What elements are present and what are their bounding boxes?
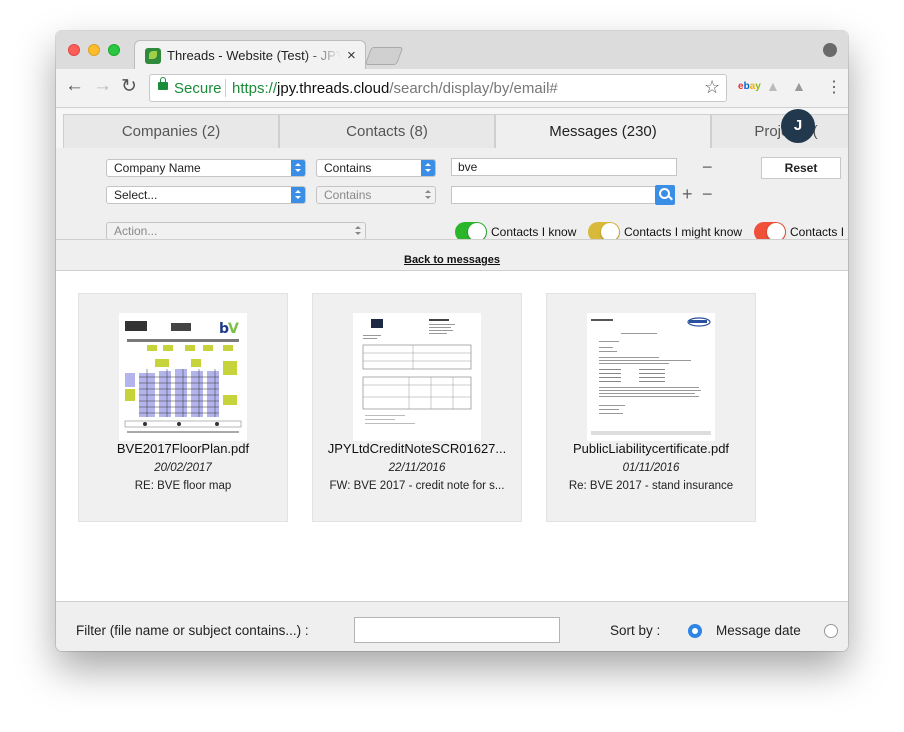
select-arrow-icon	[291, 160, 305, 176]
attachment-file-name: JPYLtdCreditNoteSCR01627...	[327, 441, 507, 456]
pdf-thumbnail-certificate[interactable]	[587, 313, 715, 441]
attachment-subject: FW: BVE 2017 - credit note for s...	[329, 480, 505, 492]
url-scheme: https://	[232, 80, 278, 97]
bookmark-star-icon[interactable]: ☆	[704, 77, 720, 98]
credit-note-preview-image	[353, 313, 481, 441]
filter-field-select-1[interactable]: Company Name	[106, 159, 306, 177]
toggle-label-contacts-i-know: Contacts I know	[491, 225, 577, 239]
back-arrow-icon[interactable]: ←	[65, 75, 84, 97]
filter-operator-value-2: Contains	[324, 188, 372, 202]
add-filter-icon[interactable]: +	[682, 185, 693, 203]
svg-text:V: V	[228, 321, 239, 337]
back-to-messages-link[interactable]: Back to messages	[56, 254, 848, 266]
select-arrow-icon	[291, 187, 305, 203]
extension-triangle-icon[interactable]: ▲	[766, 78, 780, 94]
address-bar[interactable]: Secure https://jpy.threads.cloud/search/…	[149, 74, 727, 102]
filter-label: Filter (file name or subject contains...…	[76, 623, 309, 638]
attachment-file-name: BVE2017FloorPlan.pdf	[116, 441, 250, 456]
url-path: /search/display/by/email#	[389, 80, 558, 97]
threads-favicon-icon	[145, 48, 161, 64]
attachment-filter-input[interactable]	[354, 617, 560, 643]
ebay-extension-icon[interactable]: ebay	[738, 81, 761, 92]
floorplan-preview-image: b V	[119, 313, 247, 441]
secure-label: Secure	[174, 80, 222, 97]
reload-icon[interactable]: ↻	[121, 75, 137, 98]
pdf-thumbnail-floorplan[interactable]: b V	[119, 313, 247, 441]
pdf-thumbnail-credit-note[interactable]	[353, 313, 481, 441]
zoom-window-button[interactable]	[108, 44, 120, 56]
omnibox-separator	[225, 79, 226, 97]
tab-messages[interactable]: Messages (230)	[495, 114, 711, 148]
title-bar: Threads - Website (Test) - JPY ×	[56, 31, 848, 70]
select-arrow-icon	[421, 160, 435, 176]
user-avatar[interactable]: J	[781, 109, 815, 143]
browser-tab[interactable]: Threads - Website (Test) - JPY ×	[134, 40, 366, 70]
browser-toolbar: ← → ↻ Secure https://jpy.threads.cloud/s…	[56, 69, 848, 108]
attachments-footer: Filter (file name or subject contains...…	[56, 601, 848, 651]
tab-contacts[interactable]: Contacts (8)	[279, 114, 495, 148]
filter-operator-select-1[interactable]: Contains	[316, 159, 436, 177]
tab-companies[interactable]: Companies (2)	[63, 114, 279, 148]
attachment-subject: Re: BVE 2017 - stand insurance	[568, 480, 734, 492]
search-icon[interactable]	[655, 185, 675, 205]
remove-filter-icon[interactable]: −	[702, 158, 713, 176]
attachment-date: 22/11/2016	[388, 462, 446, 474]
tab-title-fade	[305, 46, 341, 66]
certificate-preview-image	[587, 313, 715, 441]
close-tab-icon[interactable]: ×	[347, 47, 356, 64]
toggle-label-contacts-i-might-know: Contacts I might know	[624, 225, 743, 239]
filter-operator-select-2[interactable]: Contains	[316, 186, 436, 204]
filter-field-value-1: Company Name	[114, 161, 201, 175]
tab-projects[interactable]: Projects (	[711, 114, 848, 148]
url-host: jpy.threads.cloud	[277, 80, 390, 97]
attachment-date: 20/02/2017	[154, 462, 212, 474]
action-select[interactable]: Action...	[106, 222, 366, 240]
filter-value-input-2[interactable]	[451, 186, 657, 204]
toggle-label-contacts-i-other: Contacts I	[790, 225, 845, 239]
action-select-placeholder: Action...	[114, 224, 158, 238]
attachment-card[interactable]: JPYLtdCreditNoteSCR01627... 22/11/2016 F…	[312, 293, 522, 522]
new-tab-button[interactable]	[364, 47, 404, 65]
back-bar: Back to messages	[56, 239, 848, 271]
drive-extension-icon[interactable]: ▲	[792, 78, 806, 94]
lock-icon	[158, 77, 168, 90]
sort-message-date-label: Message date	[716, 623, 801, 638]
attachment-subject: RE: BVE floor map	[134, 480, 232, 492]
attachment-card[interactable]: b V BVE2017FloorPlan.pdf 20/02/2017 RE: …	[78, 293, 288, 522]
attachment-date: 01/11/2016	[622, 462, 680, 474]
filter-value-input-1[interactable]: bve	[451, 158, 677, 176]
filter-operator-value-1: Contains	[324, 161, 372, 175]
profile-icon[interactable]	[823, 43, 837, 57]
select-arrow-icon	[421, 187, 435, 203]
attachment-card[interactable]: PublicLiabilitycertificate.pdf 01/11/201…	[546, 293, 756, 522]
filter-panel: Company Name Contains bve − Reset Select…	[56, 148, 848, 242]
remove-filter-icon[interactable]: −	[702, 185, 713, 203]
minimize-window-button[interactable]	[88, 44, 100, 56]
select-arrow-icon	[351, 223, 365, 239]
sort-message-date-radio[interactable]	[688, 624, 702, 638]
browser-menu-icon[interactable]: ⋮	[826, 77, 842, 97]
filter-field-select-2[interactable]: Select...	[106, 186, 306, 204]
forward-arrow-icon[interactable]: →	[93, 75, 112, 97]
section-tabs-bar: Companies (2) Contacts (8) Messages (230…	[56, 108, 848, 148]
url-text: https://jpy.threads.cloud/search/display…	[232, 80, 558, 97]
attachment-file-name: PublicLiabilitycertificate.pdf	[572, 441, 730, 456]
browser-window: Threads - Website (Test) - JPY × ← → ↻ S…	[56, 31, 848, 651]
sort-by-label: Sort by :	[610, 623, 661, 638]
close-window-button[interactable]	[68, 44, 80, 56]
filter-field-value-2: Select...	[114, 188, 158, 202]
sort-option-radio[interactable]	[824, 624, 838, 638]
reset-button[interactable]: Reset	[761, 157, 841, 179]
